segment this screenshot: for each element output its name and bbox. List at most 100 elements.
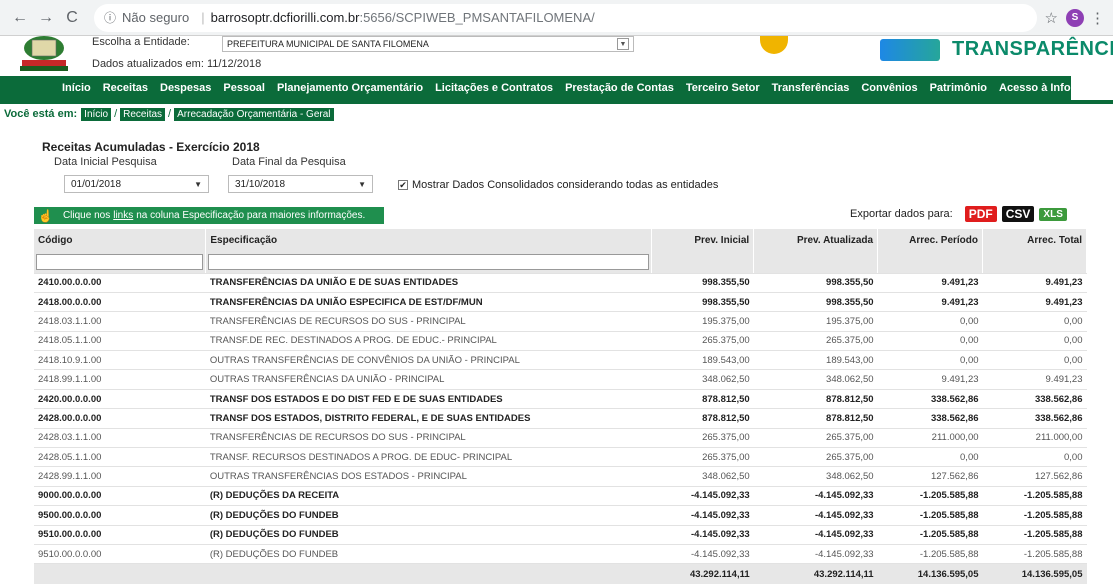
end-date-select[interactable]: 31/10/2018 ▼ (228, 175, 373, 193)
bookmark-star-icon[interactable]: ☆ (1045, 9, 1058, 27)
export-pdf-button[interactable]: PDF (964, 206, 997, 222)
cell-especificacao[interactable]: TRANSF.DE REC. DESTINADOS A PROG. DE EDU… (205, 331, 652, 352)
cell-especificacao[interactable]: TRANSFERÊNCIAS DA UNIÃO ESPECIFICA DE ES… (205, 292, 652, 313)
export-csv-button[interactable]: CSV (1001, 206, 1035, 222)
cell-especificacao[interactable]: (R) DEDUÇÕES DA RECEITA (205, 486, 652, 507)
nav-planejamento[interactable]: Planejamento Orçamentário (277, 82, 423, 94)
cell-especificacao[interactable]: (R) DEDUÇÕES DO FUNDEB (205, 525, 652, 545)
cell-codigo: 9510.00.0.0.00 (34, 544, 206, 565)
url-path: :5656/SCPIWEB_PMSANTAFILOMENA/ (359, 10, 595, 25)
hint-link[interactable]: links (113, 210, 133, 221)
consolidated-checkbox[interactable]: ✔ (398, 180, 408, 190)
nav-transferencias[interactable]: Transferências (772, 82, 850, 94)
cell-prev-atualizada: -4.145.092,33 (753, 505, 878, 526)
cell-arrec-total: 211.000,00 (982, 428, 1087, 449)
data-updated-text: Dados atualizados em: 11/12/2018 (92, 58, 262, 70)
column-header-prev-atualizada[interactable]: Prev. Atualizada (753, 229, 879, 251)
entity-selected-value: PREFEITURA MUNICIPAL DE SANTA FILOMENA (227, 39, 429, 49)
codigo-filter-input[interactable] (36, 253, 204, 270)
breadcrumb-current[interactable]: Arrecadação Orçamentária - Geral (174, 107, 334, 121)
nav-terceiro-setor[interactable]: Terceiro Setor (686, 82, 760, 94)
breadcrumb-label: Você está em: (4, 108, 78, 120)
filter-cell-empty (753, 251, 879, 274)
table-filter-row (34, 251, 1087, 274)
cell-codigo: 9510.00.0.0.00 (34, 525, 206, 545)
start-date-select[interactable]: 01/01/2018 ▼ (64, 175, 209, 193)
cell-prev-atualizada: -4.145.092,33 (753, 486, 878, 507)
cell-especificacao[interactable]: TRANSFERÊNCIAS DE RECURSOS DO SUS - PRIN… (205, 311, 652, 332)
breadcrumb-receitas[interactable]: Receitas (120, 107, 166, 121)
chevron-down-icon: ▼ (617, 38, 629, 50)
export-xls-button[interactable]: XLS (1039, 207, 1067, 221)
cell-prev-atualizada: 265.375,00 (753, 428, 878, 449)
cell-especificacao[interactable]: TRANSFERÊNCIAS DE RECURSOS DO SUS - PRIN… (205, 428, 652, 449)
table-row: 9000.00.0.0.00 (R) DEDUÇÕES DA RECEITA -4.… (34, 486, 1087, 507)
nav-inicio[interactable]: Início (62, 82, 91, 94)
start-date-label: Data Inicial Pesquisa (54, 156, 157, 168)
table-row: 9500.00.0.0.00 (R) DEDUÇÕES DO FUNDEB -4.1… (34, 505, 1087, 526)
nav-patrimonio[interactable]: Patrimônio (930, 82, 987, 94)
column-header-prev-inicial[interactable]: Prev. Inicial (651, 229, 755, 251)
cell-prev-inicial: 265.375,00 (651, 447, 754, 468)
column-header-especificacao[interactable]: Especificação (205, 229, 653, 251)
forward-icon[interactable]: → (34, 6, 58, 30)
nav-licitacoes[interactable]: Licitações e Contratos (435, 82, 553, 94)
end-date-label: Data Final da Pesquisa (232, 156, 346, 168)
cell-especificacao[interactable]: TRANSFERÊNCIAS DA UNIÃO E DE SUAS ENTIDA… (205, 273, 652, 293)
profile-avatar[interactable]: S (1066, 8, 1084, 27)
cell-prev-inicial: 998.355,50 (651, 273, 754, 293)
nav-acesso-informacao[interactable]: Acesso à Informação (999, 82, 1110, 94)
cell-especificacao[interactable]: (R) DEDUÇÕES DO FUNDEB (205, 544, 652, 565)
transparency-brand[interactable]: TRANSPARÊNCIA (880, 38, 1113, 61)
nav-convenios[interactable]: Convênios (861, 82, 917, 94)
reload-icon[interactable]: C (60, 6, 84, 30)
filter-cell-empty (651, 251, 755, 274)
sun-logo-icon (760, 36, 788, 54)
cell-especificacao[interactable]: TRANSF. RECURSOS DESTINADOS A PROG. DE E… (205, 447, 652, 468)
cell-prev-inicial: -4.145.092,33 (651, 544, 754, 565)
start-date-value: 01/01/2018 (71, 178, 122, 190)
table-row: 2418.00.0.0.00 TRANSFERÊNCIAS DA UNIÃO ES… (34, 292, 1087, 313)
cell-codigo: 2418.99.1.1.00 (34, 369, 206, 390)
cell-arrec-periodo: -1.205.585,88 (877, 525, 983, 545)
nav-prestacao-contas[interactable]: Prestação de Contas (565, 82, 674, 94)
nav-receitas[interactable]: Receitas (103, 82, 148, 94)
total-cell (205, 563, 652, 584)
table-row: 2418.05.1.1.00 TRANSF.DE REC. DESTINADOS … (34, 331, 1087, 352)
menu-kebab-icon[interactable]: ⋮ (1090, 9, 1105, 27)
especificacao-filter-input[interactable] (208, 253, 650, 270)
nav-pessoal[interactable]: Pessoal (223, 82, 265, 94)
chevron-down-icon: ▼ (194, 179, 202, 189)
cell-especificacao[interactable]: TRANSF DOS ESTADOS, DISTRITO FEDERAL, E … (205, 408, 652, 429)
breadcrumb-inicio[interactable]: Início (81, 107, 112, 121)
table-row: 2428.05.1.1.00 TRANSF. RECURSOS DESTINADO… (34, 447, 1087, 468)
cell-arrec-total: 338.562,86 (982, 408, 1087, 429)
total-cell (34, 563, 206, 584)
column-header-codigo[interactable]: Código (34, 229, 207, 251)
breadcrumb-separator: / (168, 108, 172, 120)
cell-arrec-periodo: 0,00 (877, 350, 983, 371)
back-icon[interactable]: ← (8, 6, 32, 30)
cell-especificacao[interactable]: TRANSF DOS ESTADOS E DO DIST FED E DE SU… (205, 389, 652, 410)
nav-despesas[interactable]: Despesas (160, 82, 211, 94)
entity-select[interactable]: PREFEITURA MUNICIPAL DE SANTA FILOMENA ▼ (222, 36, 634, 52)
info-icon[interactable]: ⓘ (104, 9, 116, 26)
consolidated-toggle[interactable]: ✔ Mostrar Dados Consolidados considerand… (398, 179, 718, 191)
cell-especificacao[interactable]: OUTRAS TRANSFERÊNCIAS DOS ESTADOS - PRIN… (205, 466, 652, 487)
filter-cell-empty (877, 251, 984, 274)
cell-especificacao[interactable]: OUTRAS TRANSFERÊNCIAS DE CONVÊNIOS DA UN… (205, 350, 652, 371)
table-row: 2410.00.0.0.00 TRANSFERÊNCIAS DA UNIÃO E … (34, 273, 1087, 293)
export-label: Exportar dados para: (850, 208, 953, 220)
cell-especificacao[interactable]: (R) DEDUÇÕES DO FUNDEB (205, 505, 652, 526)
column-header-arrec-periodo[interactable]: Arrec. Período (877, 229, 984, 251)
cell-codigo: 2428.00.0.0.00 (34, 408, 206, 429)
column-header-arrec-total[interactable]: Arrec. Total (982, 229, 1087, 251)
cell-especificacao[interactable]: OUTRAS TRANSFERÊNCIAS DA UNIÃO - PRINCIP… (205, 369, 652, 390)
cell-arrec-total: 338.562,86 (982, 389, 1087, 410)
cell-arrec-total: -1.205.585,88 (982, 544, 1087, 565)
table-total-row: 43.292.114,11 43.292.114,11 14.136.595,0… (34, 563, 1087, 584)
cell-arrec-periodo: -1.205.585,88 (877, 486, 983, 507)
cell-codigo: 9000.00.0.0.00 (34, 486, 206, 507)
address-bar[interactable]: ⓘ Não seguro | barrosoptr.dcfiorilli.com… (94, 3, 1037, 32)
cell-arrec-periodo: 0,00 (877, 331, 983, 352)
